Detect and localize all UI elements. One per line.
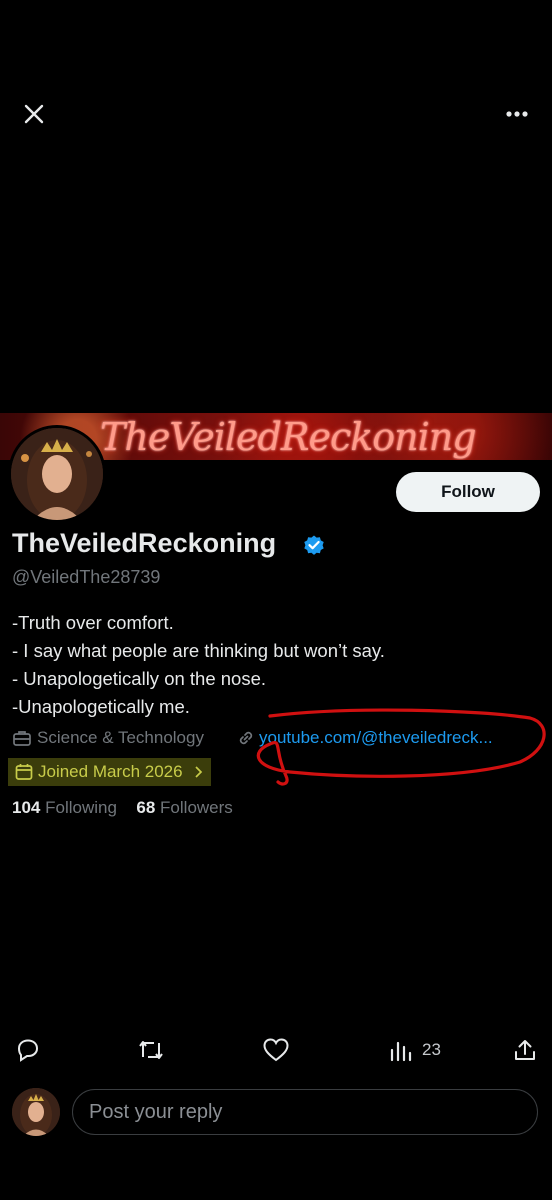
following-link[interactable]: 104 Following xyxy=(12,798,122,817)
avatar-image xyxy=(11,428,103,520)
follow-button[interactable]: Follow xyxy=(396,472,540,512)
bio-line: - I say what people are thinking but won… xyxy=(12,640,385,661)
profile-category: Science & Technology xyxy=(12,728,204,748)
close-icon xyxy=(24,104,44,124)
handle: @VeiledThe28739 xyxy=(12,567,161,587)
avatar[interactable] xyxy=(8,425,106,523)
follow-stats: 104 Following 68 Followers xyxy=(12,798,233,818)
reply-button[interactable] xyxy=(10,1032,46,1068)
like-icon xyxy=(263,1038,289,1062)
display-name: TheVeiledReckoning xyxy=(12,528,277,558)
more-options-button[interactable] xyxy=(498,96,536,132)
reply-icon xyxy=(17,1039,39,1062)
views-icon xyxy=(390,1041,412,1062)
share-button[interactable] xyxy=(508,1032,542,1068)
verified-icon xyxy=(304,535,324,555)
like-button[interactable] xyxy=(258,1032,294,1068)
calendar-icon xyxy=(15,764,33,780)
reply-avatar-image xyxy=(12,1088,60,1136)
chevron-right-icon xyxy=(194,766,202,778)
views-count: 23 xyxy=(422,1040,441,1059)
briefcase-icon xyxy=(13,731,31,746)
share-icon xyxy=(515,1040,535,1060)
annotation-circle xyxy=(256,708,546,786)
followers-count: 68 xyxy=(136,798,156,817)
banner-title: TheVeiledReckoning xyxy=(100,415,477,459)
category-label: Science & Technology xyxy=(37,728,204,747)
bio-line: -Truth over comfort. xyxy=(12,612,174,633)
repost-button[interactable] xyxy=(132,1032,170,1068)
followers-label: Followers xyxy=(160,798,233,817)
bio-line: - Unapologetically on the nose. xyxy=(12,668,267,689)
following-label: Following xyxy=(45,798,117,817)
reply-placeholder: Post your reply xyxy=(89,1100,223,1123)
repost-icon xyxy=(139,1041,163,1059)
more-icon xyxy=(506,111,528,117)
joined-date[interactable]: Joined March 2026 xyxy=(8,758,211,786)
views-button[interactable] xyxy=(386,1032,416,1068)
followers-link[interactable]: 68 Followers xyxy=(136,798,232,817)
joined-label: Joined March 2026 xyxy=(38,762,183,781)
reply-avatar xyxy=(12,1088,60,1136)
reply-input[interactable]: Post your reply xyxy=(72,1089,538,1135)
bio-line: -Unapologetically me. xyxy=(12,696,190,717)
close-button[interactable] xyxy=(16,96,52,132)
following-count: 104 xyxy=(12,798,41,817)
